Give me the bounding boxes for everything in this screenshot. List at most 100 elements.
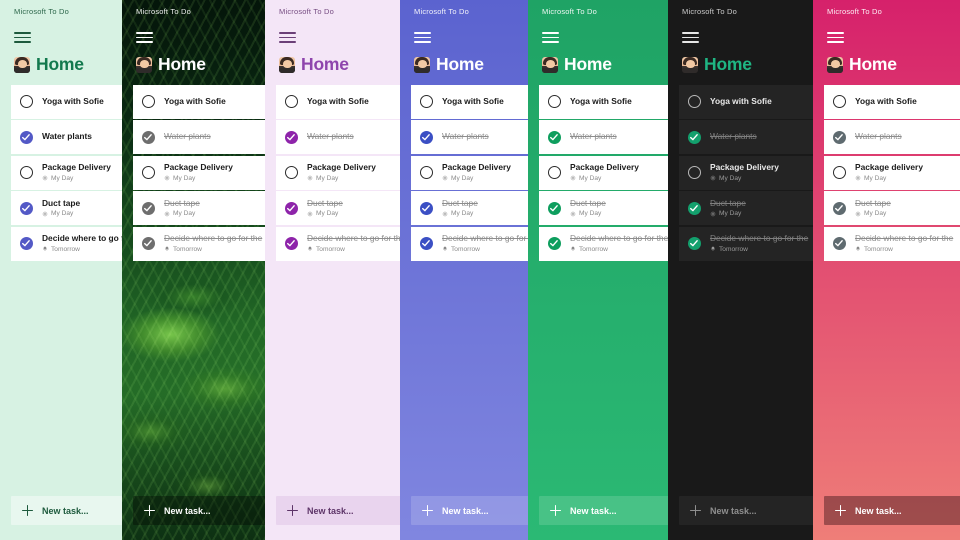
task-row[interactable]: Package Delivery My Day bbox=[539, 155, 668, 190]
avatar[interactable] bbox=[14, 56, 30, 73]
task-subtitle-block: My Day bbox=[570, 210, 606, 217]
task-row[interactable]: Duct tape My Day bbox=[539, 191, 668, 226]
task-row[interactable]: Water plants bbox=[824, 120, 960, 155]
task-row[interactable]: Duct tape My Day bbox=[679, 191, 813, 226]
new-task-button[interactable]: New task... bbox=[11, 496, 122, 525]
task-row[interactable]: Yoga with Sofie bbox=[133, 84, 265, 119]
new-task-button[interactable]: New task... bbox=[679, 496, 813, 525]
task-row[interactable]: Duct tape My Day bbox=[824, 191, 960, 226]
task-row[interactable]: Yoga with Sofie bbox=[11, 84, 122, 119]
task-row[interactable]: Package Delivery My Day bbox=[276, 155, 400, 190]
task-checkbox-checked[interactable] bbox=[688, 130, 701, 144]
task-row[interactable]: Water plants bbox=[11, 120, 122, 155]
task-checkbox-checked[interactable] bbox=[548, 201, 561, 215]
task-checkbox-checked[interactable] bbox=[142, 237, 155, 251]
task-subtitle-block: Tomorrow bbox=[570, 246, 668, 253]
task-checkbox-checked[interactable] bbox=[285, 201, 298, 215]
task-checkbox-checked[interactable] bbox=[420, 201, 433, 215]
task-row[interactable]: Water plants bbox=[411, 120, 528, 155]
task-checkbox-unchecked[interactable] bbox=[285, 95, 298, 109]
task-checkbox-unchecked[interactable] bbox=[420, 166, 433, 180]
task-checkbox-checked[interactable] bbox=[420, 237, 433, 251]
task-checkbox-unchecked[interactable] bbox=[20, 166, 33, 180]
task-checkbox-checked[interactable] bbox=[833, 201, 846, 215]
avatar[interactable] bbox=[682, 56, 698, 73]
task-row[interactable]: Water plants bbox=[539, 120, 668, 155]
task-checkbox-checked[interactable] bbox=[285, 237, 298, 251]
task-row[interactable]: Decide where to go for theTomorrow bbox=[133, 226, 265, 261]
theme-column-emerald: Microsoft To Do Home Yoga with Sofie Water … bbox=[528, 0, 668, 540]
task-checkbox-unchecked[interactable] bbox=[142, 166, 155, 180]
hamburger-menu-icon[interactable] bbox=[136, 32, 153, 44]
task-row[interactable]: Yoga with Sofie bbox=[539, 84, 668, 119]
task-row[interactable]: Yoga with Sofie bbox=[679, 84, 813, 119]
task-row[interactable]: Decide where to go for theTomorrow bbox=[276, 226, 400, 261]
new-task-button[interactable]: New task... bbox=[133, 496, 265, 525]
task-row[interactable]: Duct tape My Day bbox=[11, 191, 122, 226]
task-checkbox-unchecked[interactable] bbox=[420, 95, 433, 109]
task-checkbox-unchecked[interactable] bbox=[142, 95, 155, 109]
task-row[interactable]: Yoga with Sofie bbox=[276, 84, 400, 119]
task-row[interactable]: Decide where to go for theTomorrow bbox=[539, 226, 668, 261]
new-task-button[interactable]: New task... bbox=[824, 496, 960, 525]
hamburger-menu-icon[interactable] bbox=[827, 32, 844, 44]
hamburger-menu-icon[interactable] bbox=[279, 32, 296, 44]
task-row[interactable]: Duct tape My Day bbox=[411, 191, 528, 226]
task-checkbox-checked[interactable] bbox=[285, 130, 298, 144]
task-checkbox-checked[interactable] bbox=[833, 130, 846, 144]
task-text-block: Yoga with Sofie bbox=[570, 96, 632, 107]
avatar[interactable] bbox=[136, 56, 152, 73]
task-checkbox-checked[interactable] bbox=[20, 237, 33, 251]
task-row[interactable]: Water plants bbox=[133, 120, 265, 155]
task-row[interactable]: Yoga with Sofie bbox=[411, 84, 528, 119]
task-checkbox-unchecked[interactable] bbox=[688, 166, 701, 180]
hamburger-menu-icon[interactable] bbox=[14, 32, 31, 44]
task-row[interactable]: Decide where to go for theTomorrow bbox=[411, 226, 528, 261]
task-row[interactable]: Decide where to go for theTomorrow bbox=[11, 226, 122, 261]
hamburger-menu-icon[interactable] bbox=[542, 32, 559, 44]
hamburger-menu-icon[interactable] bbox=[682, 32, 699, 44]
task-checkbox-unchecked[interactable] bbox=[833, 95, 846, 109]
task-row[interactable]: Package Delivery My Day bbox=[133, 155, 265, 190]
task-row[interactable]: Yoga with Sofie bbox=[824, 84, 960, 119]
new-task-button[interactable]: New task... bbox=[411, 496, 528, 525]
task-checkbox-checked[interactable] bbox=[833, 237, 846, 251]
task-row[interactable]: Duct tape My Day bbox=[276, 191, 400, 226]
task-checkbox-checked[interactable] bbox=[142, 201, 155, 215]
task-row[interactable]: Duct tape My Day bbox=[133, 191, 265, 226]
task-row[interactable]: Decide where to go for theTomorrow bbox=[679, 226, 813, 261]
theme-column-dark: Microsoft To Do Home Yoga with Sofie Water … bbox=[668, 0, 813, 540]
task-checkbox-checked[interactable] bbox=[142, 130, 155, 144]
task-checkbox-unchecked[interactable] bbox=[688, 95, 701, 109]
task-checkbox-unchecked[interactable] bbox=[285, 166, 298, 180]
avatar[interactable] bbox=[414, 56, 430, 73]
task-row[interactable]: Decide where to go for theTomorrow bbox=[824, 226, 960, 261]
task-checkbox-checked[interactable] bbox=[548, 130, 561, 144]
task-title: Yoga with Sofie bbox=[855, 95, 917, 106]
avatar[interactable] bbox=[827, 56, 843, 73]
task-checkbox-checked[interactable] bbox=[688, 201, 701, 215]
avatar[interactable] bbox=[279, 56, 295, 73]
task-checkbox-checked[interactable] bbox=[548, 237, 561, 251]
task-row[interactable]: Package Delivery My Day bbox=[411, 155, 528, 190]
task-checkbox-unchecked[interactable] bbox=[548, 166, 561, 180]
task-row[interactable]: Package delivery My Day bbox=[824, 155, 960, 190]
task-text-block: Package Delivery My Day bbox=[307, 163, 376, 182]
task-checkbox-checked[interactable] bbox=[20, 130, 33, 144]
new-task-button[interactable]: New task... bbox=[276, 496, 400, 525]
task-row[interactable]: Water plants bbox=[276, 120, 400, 155]
task-text-block: Duct tape My Day bbox=[42, 198, 80, 217]
task-checkbox-unchecked[interactable] bbox=[548, 95, 561, 109]
task-checkbox-unchecked[interactable] bbox=[20, 95, 33, 109]
task-row[interactable]: Package Delivery My Day bbox=[11, 155, 122, 190]
new-task-button[interactable]: New task... bbox=[539, 496, 668, 525]
task-checkbox-checked[interactable] bbox=[20, 201, 33, 215]
task-row[interactable]: Water plants bbox=[679, 120, 813, 155]
avatar[interactable] bbox=[542, 56, 558, 73]
task-title: Yoga with Sofie bbox=[307, 95, 369, 106]
task-checkbox-checked[interactable] bbox=[420, 130, 433, 144]
task-row[interactable]: Package Delivery My Day bbox=[679, 155, 813, 190]
hamburger-menu-icon[interactable] bbox=[414, 32, 431, 44]
task-checkbox-checked[interactable] bbox=[688, 237, 701, 251]
task-checkbox-unchecked[interactable] bbox=[833, 166, 846, 180]
